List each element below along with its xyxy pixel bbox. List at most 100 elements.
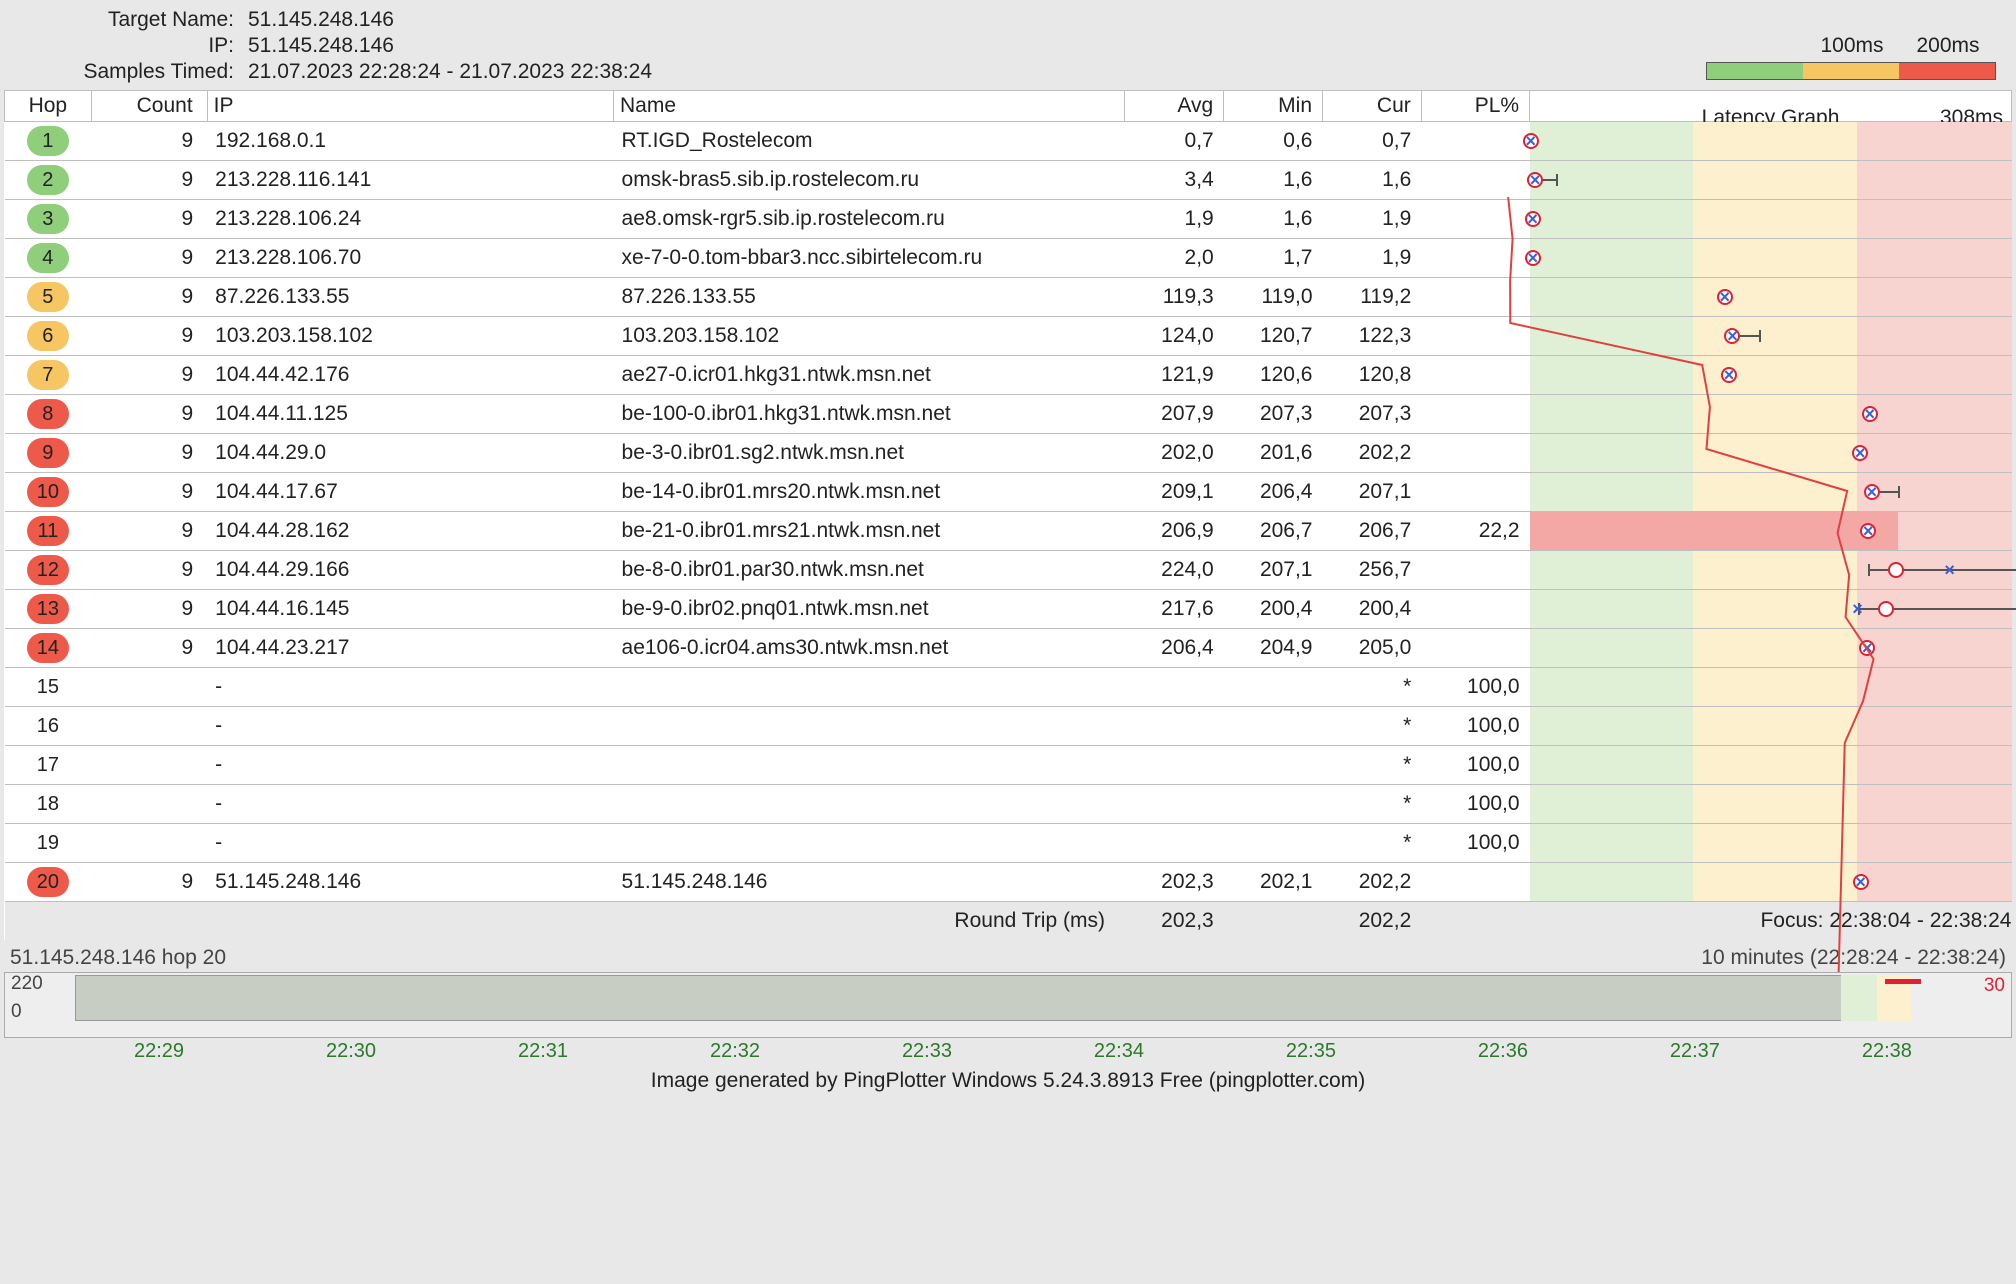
col-pl[interactable]: PL% xyxy=(1421,91,1529,122)
cell-min xyxy=(1224,824,1323,863)
cell-pl: 100,0 xyxy=(1421,668,1529,707)
cell-ip: 104.44.29.166 xyxy=(207,551,613,590)
cell-count: 9 xyxy=(91,863,207,902)
target-label: Target Name: xyxy=(12,8,248,32)
table-row[interactable]: 69103.203.158.102103.203.158.102124,0120… xyxy=(5,317,2012,356)
cell-cur: 120,8 xyxy=(1323,356,1422,395)
col-name[interactable]: Name xyxy=(614,91,1125,122)
table-row[interactable]: 18-*100,0 xyxy=(5,785,2012,824)
cell-graph: × xyxy=(1530,395,2012,434)
legend-200ms: 200ms xyxy=(1900,34,1996,58)
cell-graph xyxy=(1530,746,2012,785)
table-row[interactable]: 16-*100,0 xyxy=(5,707,2012,746)
cell-count xyxy=(91,707,207,746)
timeline-tick: 22:33 xyxy=(902,1040,952,1063)
table-row[interactable]: 99104.44.29.0be-3-0.ibr01.sg2.ntwk.msn.n… xyxy=(5,434,2012,473)
table-row[interactable]: 129104.44.29.166be-8-0.ibr01.par30.ntwk.… xyxy=(5,551,2012,590)
timeline-tick: 22:36 xyxy=(1478,1040,1528,1063)
table-row[interactable]: 15-*100,0 xyxy=(5,668,2012,707)
table-row[interactable]: 49213.228.106.70xe-7-0-0.tom-bbar3.ncc.s… xyxy=(5,239,2012,278)
cell-name xyxy=(614,707,1125,746)
cell-ip: 213.228.106.24 xyxy=(207,200,613,239)
table-row[interactable]: 20951.145.248.14651.145.248.146202,3202,… xyxy=(5,863,2012,902)
table-row[interactable]: 19192.168.0.1RT.IGD_Rostelecom0,70,60,7× xyxy=(5,122,2012,161)
col-ip[interactable]: IP xyxy=(207,91,613,122)
cell-count xyxy=(91,668,207,707)
cell-pl xyxy=(1421,395,1529,434)
cell-pl xyxy=(1421,434,1529,473)
cell-ip: 213.228.116.141 xyxy=(207,161,613,200)
hop-badge: 1 xyxy=(27,126,69,156)
cell-ip: 104.44.42.176 xyxy=(207,356,613,395)
cell-count: 9 xyxy=(91,122,207,161)
cell-min xyxy=(1224,707,1323,746)
col-graph[interactable]: Latency Graph308ms xyxy=(1530,91,2012,122)
table-row[interactable]: 119104.44.28.162be-21-0.ibr01.mrs21.ntwk… xyxy=(5,512,2012,551)
cell-cur: 202,2 xyxy=(1323,863,1422,902)
trace-table: Hop Count IP Name Avg Min Cur PL% Latenc… xyxy=(4,90,2012,940)
cell-ip: - xyxy=(207,707,613,746)
cell-count: 9 xyxy=(91,551,207,590)
table-row[interactable]: 39213.228.106.24ae8.omsk-rgr5.sib.ip.ros… xyxy=(5,200,2012,239)
cell-pl xyxy=(1421,200,1529,239)
samples-label: Samples Timed: xyxy=(12,60,248,84)
cell-graph: × xyxy=(1530,200,2012,239)
cell-cur: 1,9 xyxy=(1323,239,1422,278)
cell-avg: 3,4 xyxy=(1125,161,1224,200)
cell-ip: 213.228.106.70 xyxy=(207,239,613,278)
cell-min: 202,1 xyxy=(1224,863,1323,902)
cell-ip: - xyxy=(207,668,613,707)
hop-badge: 14 xyxy=(27,633,69,663)
cell-pl: 100,0 xyxy=(1421,824,1529,863)
table-row[interactable]: 29213.228.116.141omsk-bras5.sib.ip.roste… xyxy=(5,161,2012,200)
table-row[interactable]: 79104.44.42.176ae27-0.icr01.hkg31.ntwk.m… xyxy=(5,356,2012,395)
cell-min: 120,6 xyxy=(1224,356,1323,395)
cell-ip: 104.44.16.145 xyxy=(207,590,613,629)
summary-label: Round Trip (ms) xyxy=(5,902,1125,941)
cell-avg: 0,7 xyxy=(1125,122,1224,161)
cell-name: 103.203.158.102 xyxy=(614,317,1125,356)
cell-count xyxy=(91,746,207,785)
cell-min: 120,7 xyxy=(1224,317,1323,356)
cell-count: 9 xyxy=(91,629,207,668)
cell-name xyxy=(614,785,1125,824)
timeline-chart[interactable]: 220 0 30 xyxy=(4,972,2012,1038)
cell-avg: 207,9 xyxy=(1125,395,1224,434)
table-row[interactable]: 17-*100,0 xyxy=(5,746,2012,785)
table-row[interactable]: 19-*100,0 xyxy=(5,824,2012,863)
timeline-bar xyxy=(75,975,1881,1021)
cell-pl xyxy=(1421,239,1529,278)
col-min[interactable]: Min xyxy=(1224,91,1323,122)
cell-ip: - xyxy=(207,824,613,863)
table-row[interactable]: 149104.44.23.217ae106-0.icr04.ams30.ntwk… xyxy=(5,629,2012,668)
col-hop[interactable]: Hop xyxy=(5,91,92,122)
cell-avg xyxy=(1125,668,1224,707)
cell-cur: 207,1 xyxy=(1323,473,1422,512)
focus-label: Focus: 22:38:04 - 22:38:24 xyxy=(1530,902,2012,941)
cell-min: 119,0 xyxy=(1224,278,1323,317)
cell-name: be-3-0.ibr01.sg2.ntwk.msn.net xyxy=(614,434,1125,473)
summary-avg: 202,3 xyxy=(1125,902,1224,941)
table-row[interactable]: 139104.44.16.145be-9-0.ibr02.pnq01.ntwk.… xyxy=(5,590,2012,629)
table-row[interactable]: 5987.226.133.5587.226.133.55119,3119,011… xyxy=(5,278,2012,317)
cell-avg: 202,3 xyxy=(1125,863,1224,902)
col-avg[interactable]: Avg xyxy=(1125,91,1224,122)
samples-value: 21.07.2023 22:28:24 - 21.07.2023 22:38:2… xyxy=(248,60,652,84)
timeline-tick: 22:37 xyxy=(1670,1040,1720,1063)
cell-cur: 1,6 xyxy=(1323,161,1422,200)
table-row[interactable]: 109104.44.17.67be-14-0.ibr01.mrs20.ntwk.… xyxy=(5,473,2012,512)
timeline-red-label: 30 xyxy=(1984,975,2005,997)
cell-name xyxy=(614,668,1125,707)
ip-label: IP: xyxy=(12,34,248,58)
col-cur[interactable]: Cur xyxy=(1323,91,1422,122)
table-row[interactable]: 89104.44.11.125be-100-0.ibr01.hkg31.ntwk… xyxy=(5,395,2012,434)
cell-name xyxy=(614,746,1125,785)
cell-pl xyxy=(1421,551,1529,590)
cell-cur: 0,7 xyxy=(1323,122,1422,161)
cell-pl xyxy=(1421,317,1529,356)
legend-yellow xyxy=(1803,63,1899,79)
cell-count: 9 xyxy=(91,473,207,512)
cell-pl xyxy=(1421,629,1529,668)
col-count[interactable]: Count xyxy=(91,91,207,122)
timeline-tick: 22:35 xyxy=(1286,1040,1336,1063)
